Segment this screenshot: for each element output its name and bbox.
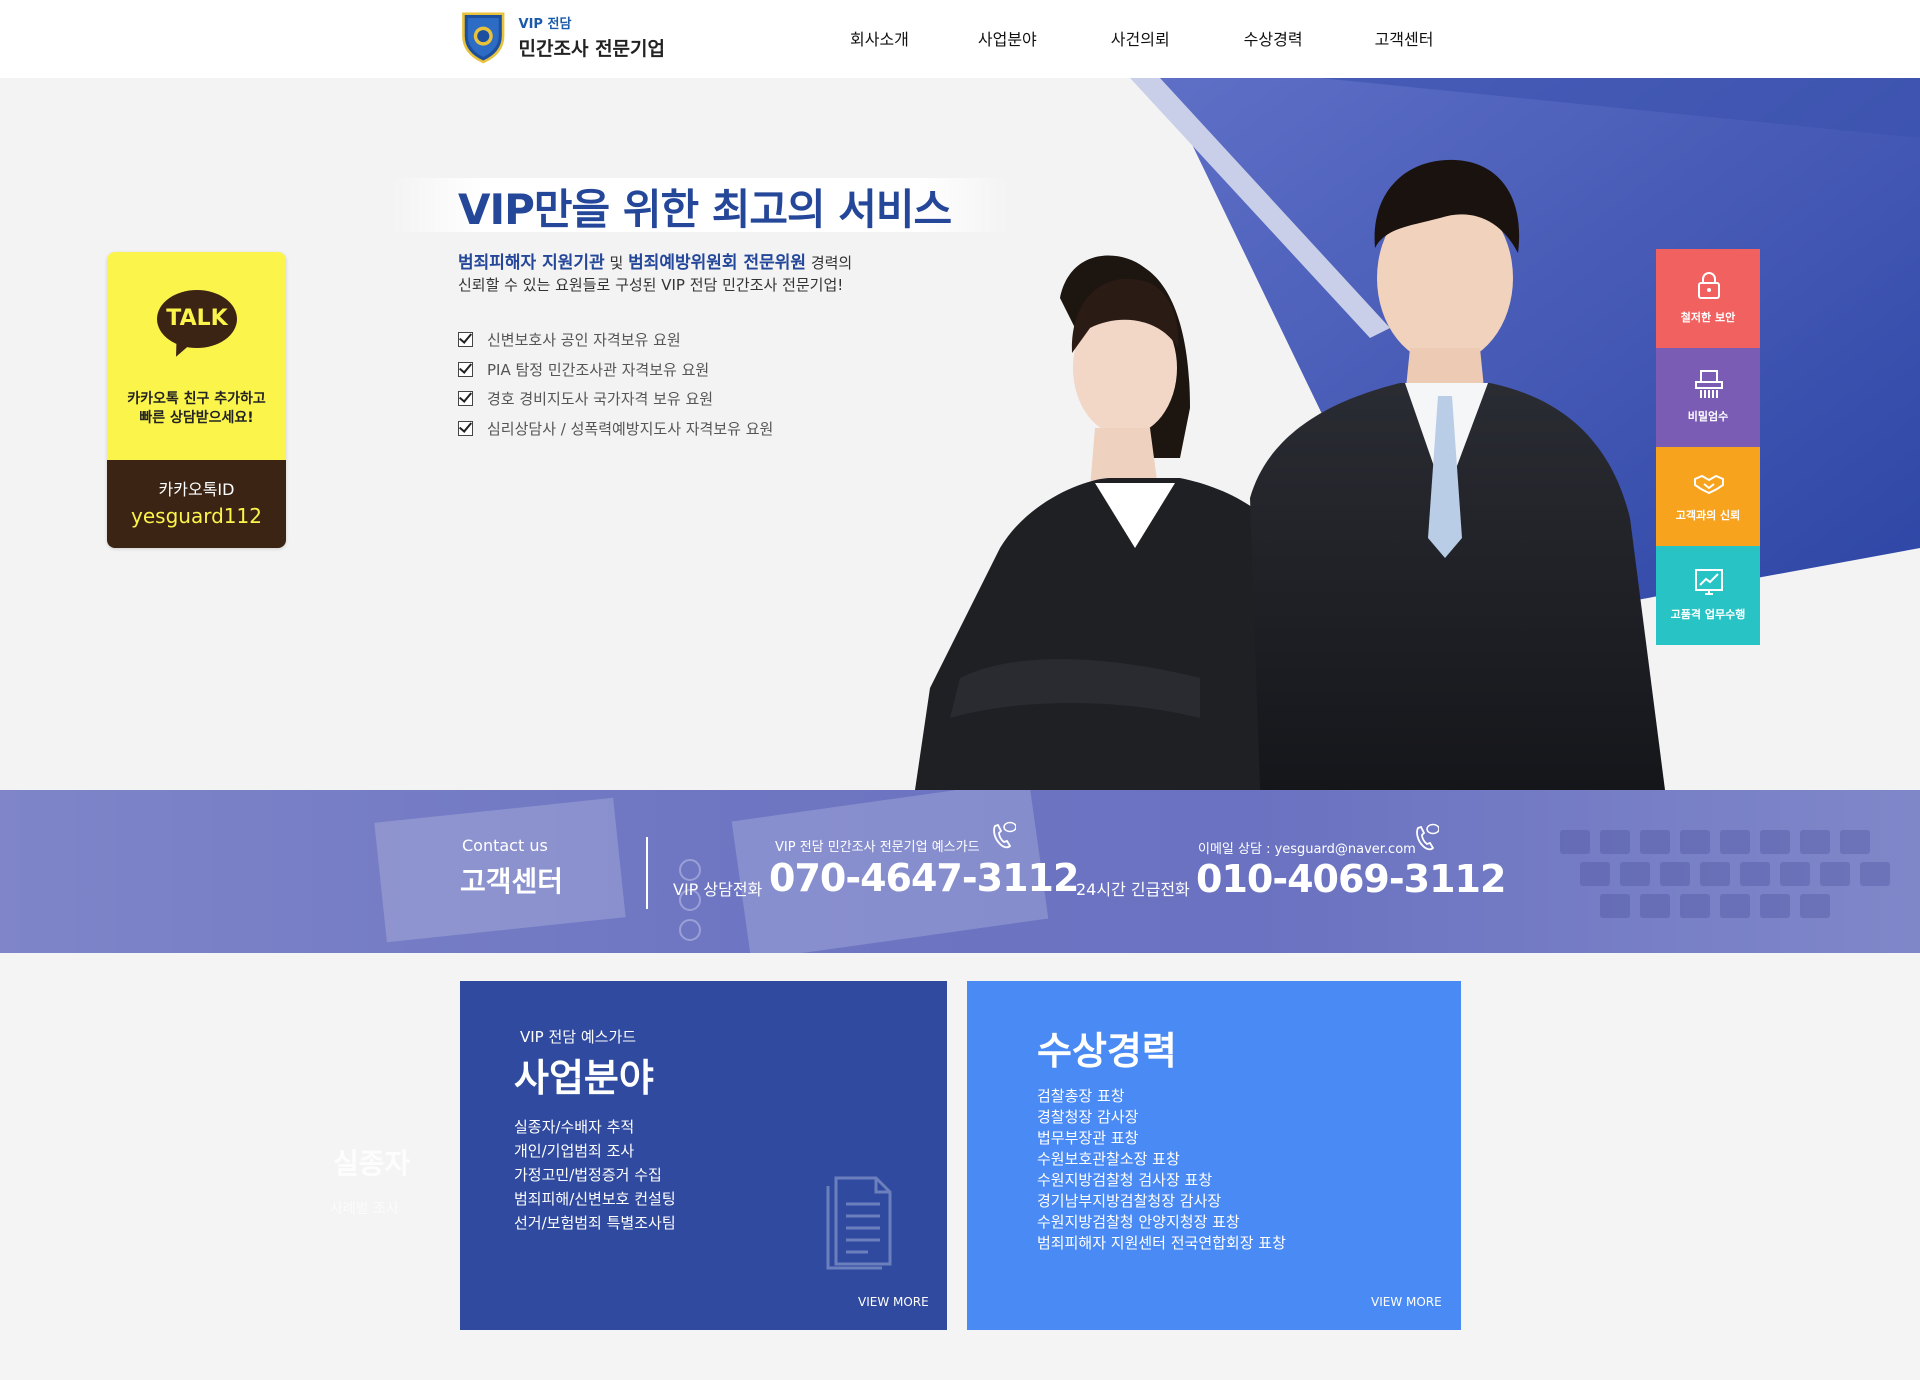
phone-icon	[1416, 823, 1439, 851]
list-item: 범죄피해자 지원센터 전국연합회장 표창	[1037, 1234, 1286, 1252]
awards-panel[interactable]: 수상경력 검찰총장 표창 경찰청장 감사장 법무부장관 표창 수원보호관찰소장 …	[967, 981, 1461, 1330]
business-title: 사업분야	[514, 1056, 654, 1100]
main-nav: 회사소개 사업분야 사건의뢰 수상경력 고객센터	[820, 26, 1433, 50]
phone-icon	[993, 821, 1016, 849]
content-section: 실종자 사례별 조사 VIP 전담 예스가드 사업분야 실종자/수배자 추적 개…	[0, 953, 1920, 1380]
business-view-more-link[interactable]: VIEW MORE	[858, 1295, 929, 1309]
list-item: 수원보호관찰소장 표창	[1037, 1150, 1180, 1168]
list-item: 가정고민/법정증거 수집	[514, 1166, 662, 1184]
kakao-id-label: 카카오톡ID	[158, 480, 235, 499]
kakao-talk-icon: TALK	[157, 290, 237, 348]
list-item: 개인/기업범죄 조사	[514, 1142, 635, 1160]
kakao-banner-bottom: 카카오톡ID yesguard112	[107, 460, 286, 548]
site-header: VIP 전담 민간조사 전문기업 회사소개 사업분야 사건의뢰 수상경력 고객센…	[0, 0, 1920, 78]
contact-caption-email[interactable]: 이메일 상담 : yesguard@naver.com	[1198, 838, 1416, 857]
contact-label-ko: 고객센터	[460, 865, 564, 898]
list-item: 검찰총장 표창	[1037, 1087, 1125, 1105]
contact-label-en: Contact us	[462, 836, 548, 855]
quick-item-label: 철저한 보안	[1680, 311, 1736, 324]
checklist-text: PIA 탐정 민간조사관 자격보유 요원	[487, 360, 710, 379]
chart-icon	[1695, 569, 1723, 595]
list-item: PIA 탐정 민간조사관 자격보유 요원	[458, 355, 773, 385]
quick-item-confidentiality[interactable]: 비밀엄수	[1656, 348, 1760, 447]
quick-item-label: 비밀엄수	[1687, 410, 1729, 423]
awards-view-more-link[interactable]: VIEW MORE	[1371, 1295, 1442, 1309]
hero-subtitle-2: 신뢰할 수 있는 요원들로 구성된 VIP 전담 민간조사 전문기업!	[458, 276, 844, 294]
list-item: 경호 경비지도사 국가자격 보유 요원	[458, 384, 773, 414]
contact-band: Contact us 고객센터 VIP 전담 민간조사 전문기업 예스가드 VI…	[0, 790, 1920, 953]
hero-career-text: 경력의	[810, 254, 853, 272]
business-pretitle: VIP 전담 예스가드	[520, 1028, 637, 1046]
list-item: 수원지방검찰청 검사장 표창	[1037, 1171, 1213, 1189]
document-icon	[826, 1176, 892, 1270]
checklist-text: 심리상담사 / 성폭력예방지도사 자격보유 요원	[487, 419, 774, 438]
hero-subtitle-1: 범죄피해자 지원기관 및 범죄예방위원회 전문위원 경력의	[458, 248, 852, 273]
nav-item-awards[interactable]: 수상경력	[1244, 26, 1303, 50]
quick-item-premium-service[interactable]: 고품격 업무수행	[1656, 546, 1760, 645]
handshake-icon	[1694, 474, 1724, 495]
quick-item-label: 고객과의 신뢰	[1675, 509, 1741, 522]
kakao-banner-top: TALK 카카오톡 친구 추가하고 빠른 상담받으세요!	[107, 252, 286, 460]
vip-phone-number[interactable]: 070-4647-3112	[769, 856, 1079, 900]
qualification-checklist: 신변보호사 공인 자격보유 요원 PIA 탐정 민간조사관 자격보유 요원 경호…	[458, 325, 773, 443]
checklist-text: 신변보호사 공인 자격보유 요원	[487, 331, 681, 350]
list-item: 범죄피해/신변보호 컨설팅	[514, 1190, 676, 1208]
nav-item-business[interactable]: 사업분야	[978, 26, 1037, 50]
shredder-icon	[1695, 370, 1723, 398]
emergency-phone-number[interactable]: 010-4069-3112	[1196, 857, 1506, 901]
quick-item-label: 고품격 업무수행	[1670, 608, 1746, 621]
checkbox-icon	[458, 391, 473, 407]
awards-list: 검찰총장 표창 경찰청장 감사장 법무부장관 표창 수원보호관찰소장 표창 수원…	[1037, 1086, 1286, 1254]
quick-item-trust[interactable]: 고객과의 신뢰	[1656, 447, 1760, 546]
checkbox-icon	[458, 332, 473, 348]
checkbox-icon	[458, 361, 473, 377]
list-item: 실종자/수배자 추적	[514, 1118, 635, 1136]
list-item: 신변보호사 공인 자격보유 요원	[458, 325, 773, 355]
checkbox-icon	[458, 420, 473, 436]
hero-banner: VIP만을 위한 최고의 서비스 범죄피해자 지원기관 및 범죄예방위원회 전문…	[0, 78, 1920, 790]
logo-tagline: VIP 전담	[518, 17, 572, 32]
list-item: 심리상담사 / 성폭력예방지도사 자격보유 요원	[458, 414, 773, 444]
nav-item-case-request[interactable]: 사건의뢰	[1111, 26, 1170, 50]
quick-item-security[interactable]: 철저한 보안	[1656, 249, 1760, 348]
contact-divider	[646, 837, 648, 909]
hero-conjunction: 및	[609, 254, 624, 272]
lock-icon	[1698, 272, 1720, 299]
business-panel[interactable]: VIP 전담 예스가드 사업분야 실종자/수배자 추적 개인/기업범죄 조사 가…	[460, 981, 947, 1330]
quick-menu: 철저한 보안 비밀엄수 고객과의 신뢰 고품격 업무수행	[1656, 249, 1760, 645]
business-list: 실종자/수배자 추적 개인/기업범죄 조사 가정고민/법정증거 수집 범죄피해/…	[514, 1115, 676, 1235]
logo-company-name: 민간조사 전문기업	[518, 38, 665, 60]
kakao-message: 카카오톡 친구 추가하고 빠른 상담받으세요!	[107, 390, 286, 428]
ghost-text-title: 실종자	[333, 1147, 411, 1180]
kakao-message-line: 카카오톡 친구 추가하고	[127, 391, 266, 407]
list-item: 수원지방검찰청 안양지청장 표창	[1037, 1213, 1240, 1231]
hero-title: VIP만을 위한 최고의 서비스	[458, 185, 952, 234]
highlight-crime-prevention: 범죄예방위원회 전문위원	[628, 253, 807, 273]
list-item: 경찰청장 감사장	[1037, 1108, 1139, 1126]
nav-item-company[interactable]: 회사소개	[850, 26, 909, 50]
list-item: 경기남부지방검찰청장 감사장	[1037, 1192, 1222, 1210]
nav-item-customer-center[interactable]: 고객센터	[1375, 26, 1434, 50]
awards-title: 수상경력	[1037, 1029, 1177, 1073]
shield-logo-icon	[462, 12, 505, 64]
contact-caption-vip: VIP 전담 민간조사 전문기업 예스가드	[775, 840, 980, 855]
kakao-id: yesguard112	[131, 504, 262, 528]
kakao-talk-banner[interactable]: TALK 카카오톡 친구 추가하고 빠른 상담받으세요! 카카오톡ID yesg…	[107, 252, 286, 548]
emergency-phone-label: 24시간 긴급전화	[1076, 880, 1190, 899]
checklist-text: 경호 경비지도사 국가자격 보유 요원	[487, 390, 714, 409]
vip-phone-label: VIP 상담전화	[673, 880, 763, 899]
logo[interactable]: VIP 전담 민간조사 전문기업	[460, 2, 665, 72]
kakao-message-line: 빠른 상담받으세요!	[139, 410, 254, 426]
list-item: 선거/보험범죄 특별조사팀	[514, 1214, 676, 1232]
ghost-text-sub: 사례별 조사	[330, 1201, 399, 1217]
list-item: 법무부장관 표창	[1037, 1129, 1139, 1147]
highlight-victim-support: 범죄피해자 지원기관	[458, 253, 605, 273]
